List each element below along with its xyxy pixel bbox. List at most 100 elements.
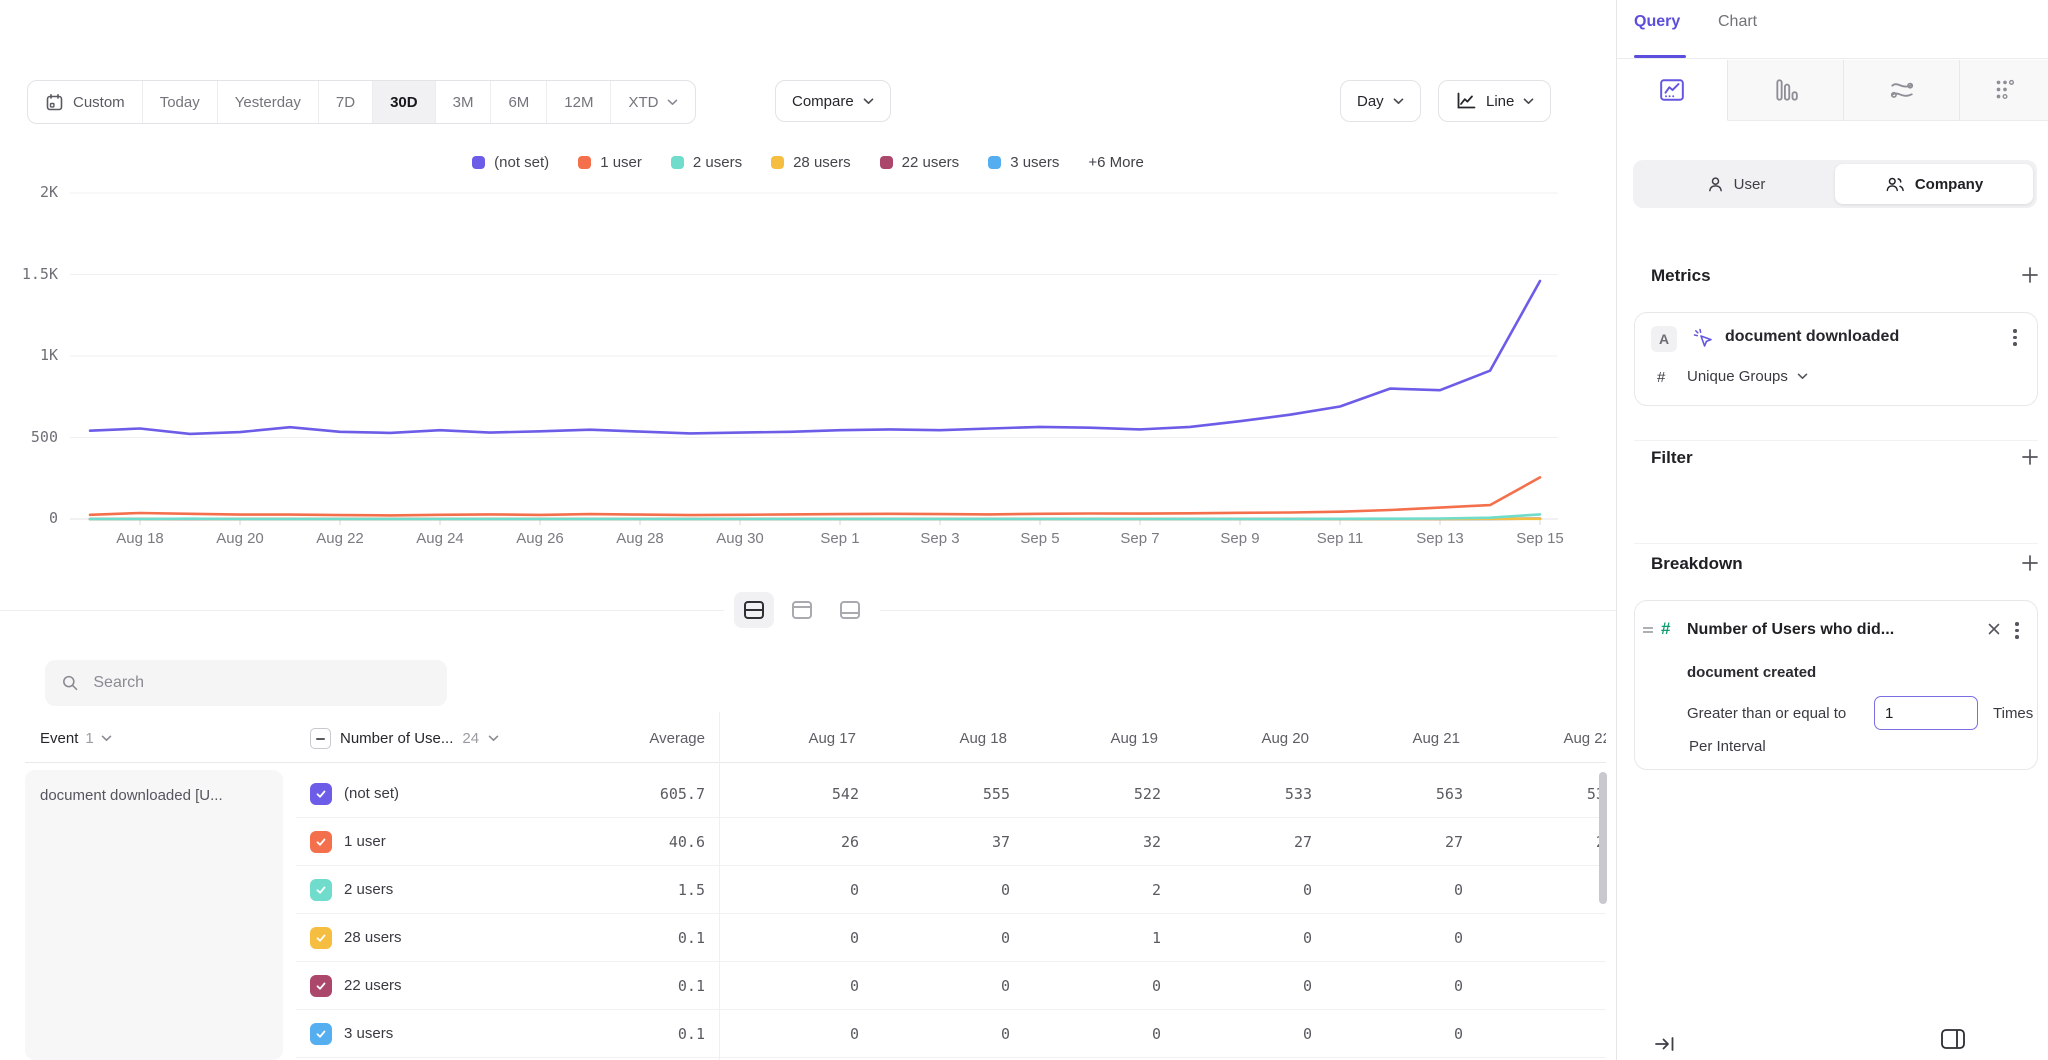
- date-column-header[interactable]: Aug 21: [1320, 715, 1460, 762]
- vertical-scrollbar[interactable]: [1599, 772, 1607, 904]
- range-yesterday-button[interactable]: Yesterday: [217, 81, 318, 123]
- date-column-header[interactable]: Aug 17: [716, 715, 856, 762]
- breakdown-interval: Per Interval: [1689, 738, 1766, 755]
- layout-split-button[interactable]: [734, 592, 774, 628]
- table-view-icon: [839, 600, 861, 620]
- range-6m-button[interactable]: 6M: [490, 81, 546, 123]
- cell-value: 0: [1323, 1010, 1463, 1058]
- add-breakdown-button[interactable]: [2021, 554, 2041, 574]
- series-label: (not set): [344, 770, 399, 818]
- times-value-input[interactable]: [1874, 696, 1978, 730]
- chart-type-button[interactable]: Line: [1438, 80, 1551, 122]
- layout-table-only-button[interactable]: [830, 592, 870, 628]
- aggregation-selector[interactable]: Unique Groups: [1687, 368, 1808, 385]
- range-label: 6M: [508, 94, 529, 111]
- event-panel[interactable]: document downloaded [U...: [25, 770, 283, 1060]
- check-icon: [315, 980, 327, 992]
- chevron-down-icon: [667, 99, 678, 106]
- tab-chart[interactable]: Chart: [1718, 13, 1757, 31]
- series-count: 24: [462, 730, 479, 747]
- compare-label: Compare: [792, 93, 854, 110]
- chevron-down-icon: [1797, 373, 1808, 380]
- charttab-flow[interactable]: [1844, 60, 1960, 121]
- chevron-down-icon: [863, 98, 874, 105]
- check-icon: [315, 788, 327, 800]
- close-icon[interactable]: [1987, 622, 2001, 636]
- section-divider: [1634, 543, 2038, 544]
- scope-user[interactable]: User: [1637, 164, 1835, 204]
- cell-value: 0: [1474, 914, 1606, 962]
- layout-chart-only-button[interactable]: [782, 592, 822, 628]
- active-tab-underline: [1634, 55, 1686, 58]
- series-checkbox[interactable]: [310, 1023, 332, 1045]
- range-label: XTD: [628, 94, 658, 111]
- cell-value: 0: [1323, 914, 1463, 962]
- search-input[interactable]: [91, 673, 430, 693]
- event-pointer-icon: [1692, 327, 1714, 349]
- average-column-header[interactable]: Average: [520, 715, 705, 762]
- chevron-down-icon: [1393, 98, 1404, 105]
- chevron-down-icon: [488, 735, 499, 742]
- breakdown-title: Number of Users who did...: [1687, 621, 1894, 639]
- chart-view-icon: [791, 600, 813, 620]
- drag-handle-icon[interactable]: [1641, 623, 1655, 637]
- series-column-header[interactable]: Number of Use... 24: [310, 715, 499, 762]
- event-column-header[interactable]: Event 1: [40, 715, 112, 762]
- granularity-button[interactable]: Day: [1340, 80, 1421, 122]
- range-today-button[interactable]: Today: [142, 81, 217, 123]
- date-column-header[interactable]: Aug 22: [1471, 715, 1606, 762]
- cell-value: 0: [1323, 962, 1463, 1010]
- range-30d-button[interactable]: 30D: [372, 81, 435, 123]
- cell-value: 0: [870, 1010, 1010, 1058]
- results-table: Event 1 Number of Use... 24 Average Aug …: [0, 712, 1606, 1060]
- chart-grid-icon: [1992, 78, 2018, 102]
- series-checkbox[interactable]: [310, 879, 332, 901]
- date-column-header[interactable]: Aug 19: [1018, 715, 1158, 762]
- metric-card[interactable]: A document downloaded # Unique Groups: [1634, 312, 2038, 406]
- cell-value: 0: [1172, 962, 1312, 1010]
- breakdown-card[interactable]: # Number of Users who did... document cr…: [1634, 600, 2038, 770]
- compare-button[interactable]: Compare: [775, 80, 891, 122]
- analytics-app: Custom TodayYesterday7D30D 3M 6M 12M XTD Comp…: [0, 0, 2048, 1060]
- date-column-header[interactable]: Aug 18: [867, 715, 1007, 762]
- series-checkbox[interactable]: [310, 783, 332, 805]
- average-value: 40.6: [520, 818, 705, 866]
- metric-badge: A: [1651, 326, 1677, 352]
- average-value: 605.7: [520, 770, 705, 818]
- range-custom-button[interactable]: Custom: [28, 81, 142, 123]
- tab-query[interactable]: Query: [1634, 13, 1680, 31]
- filter-header: Filter: [1651, 448, 1693, 468]
- range-7d-button[interactable]: 7D: [318, 81, 372, 123]
- range-12m-button[interactable]: 12M: [546, 81, 610, 123]
- granularity-label: Day: [1357, 93, 1384, 110]
- range-label: 3M: [453, 94, 474, 111]
- scope-company[interactable]: Company: [1835, 164, 2033, 204]
- add-metric-button[interactable]: [2021, 266, 2041, 286]
- cell-value: 0: [870, 962, 1010, 1010]
- toggle-sidebar-icon[interactable]: [1939, 1027, 1967, 1051]
- metric-menu-button[interactable]: [2013, 329, 2017, 346]
- line-chart-icon: [1659, 78, 1685, 102]
- series-checkbox[interactable]: [310, 975, 332, 997]
- charttab-more[interactable]: [1960, 60, 2048, 121]
- range-3m-button[interactable]: 3M: [435, 81, 491, 123]
- breakdown-menu-button[interactable]: [2015, 622, 2019, 639]
- check-icon: [315, 932, 327, 944]
- collapse-panel-icon[interactable]: [1653, 1033, 1677, 1055]
- average-header-label: Average: [649, 730, 705, 747]
- date-column-header[interactable]: Aug 20: [1169, 715, 1309, 762]
- cell-value: 27: [1172, 818, 1312, 866]
- charttab-bar[interactable]: [1728, 60, 1844, 121]
- series-checkbox[interactable]: [310, 927, 332, 949]
- range-xtd-button[interactable]: XTD: [610, 81, 695, 123]
- average-value: 0.1: [520, 1010, 705, 1058]
- add-filter-button[interactable]: [2021, 448, 2041, 468]
- breakdown-unit: Times: [1993, 705, 2033, 722]
- line-chart[interactable]: [0, 140, 1616, 570]
- range-label: Custom: [73, 94, 125, 111]
- series-checkbox[interactable]: [310, 831, 332, 853]
- select-all-checkbox[interactable]: [310, 728, 331, 749]
- aggregation-label: Unique Groups: [1687, 368, 1788, 385]
- charttab-line[interactable]: [1617, 60, 1728, 121]
- event-name: document downloaded [U...: [40, 787, 270, 804]
